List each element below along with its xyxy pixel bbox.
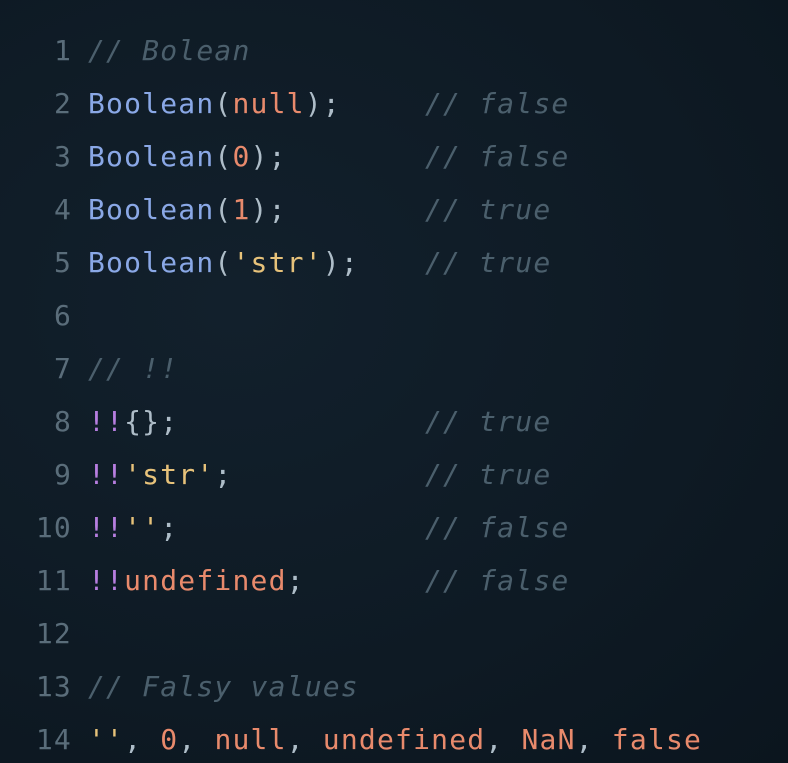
line-number: 2 bbox=[53, 87, 72, 120]
line-number: 14 bbox=[35, 723, 72, 756]
code-token: ( bbox=[214, 87, 233, 120]
code-text: !!undefined; bbox=[88, 554, 305, 607]
code-line[interactable]: 1 // Bolean bbox=[0, 24, 788, 77]
line-number: 13 bbox=[35, 670, 72, 703]
code-token: !! bbox=[88, 564, 125, 597]
inline-comment: // true bbox=[425, 193, 552, 226]
code-line[interactable]: 8 !!{};// true bbox=[0, 395, 788, 448]
code-text: // Bolean bbox=[88, 24, 251, 77]
code-text: Boolean(null); bbox=[88, 77, 341, 130]
code-token: Boolean bbox=[88, 246, 215, 279]
code-line[interactable]: 5 Boolean('str'); // true bbox=[0, 236, 788, 289]
code-token: ; bbox=[160, 511, 179, 544]
line-number: 11 bbox=[35, 564, 72, 597]
code-token: ); bbox=[322, 246, 359, 279]
code-token: // !! bbox=[88, 352, 179, 385]
code-token: '' bbox=[88, 723, 125, 756]
code-line[interactable]: 4 Boolean(1); // true bbox=[0, 183, 788, 236]
line-number: 6 bbox=[53, 299, 72, 332]
line-number: 7 bbox=[53, 352, 72, 385]
code-token: Boolean bbox=[88, 140, 215, 173]
code-token: !! bbox=[88, 511, 125, 544]
code-token: // Falsy values bbox=[88, 670, 359, 703]
code-line[interactable]: 10 !!'';// false bbox=[0, 501, 788, 554]
code-token: Boolean bbox=[88, 193, 215, 226]
line-number: 5 bbox=[53, 246, 72, 279]
inline-comment: // false bbox=[425, 564, 570, 597]
code-text: // Falsy values bbox=[88, 660, 359, 713]
inline-comment: // false bbox=[425, 87, 570, 120]
code-token: undefined bbox=[322, 723, 486, 756]
code-line[interactable]: 12 bbox=[0, 607, 788, 660]
code-line[interactable]: 3 Boolean(0); // false bbox=[0, 130, 788, 183]
line-number: 9 bbox=[53, 458, 72, 491]
code-token: !! bbox=[88, 458, 125, 491]
code-token: !! bbox=[88, 405, 125, 438]
code-token: // Bolean bbox=[88, 34, 251, 67]
code-token: 1 bbox=[232, 193, 251, 226]
line-number: 8 bbox=[53, 405, 72, 438]
code-token: , bbox=[485, 723, 522, 756]
code-token: ); bbox=[250, 140, 287, 173]
line-number: 4 bbox=[53, 193, 72, 226]
code-token: ); bbox=[304, 87, 341, 120]
code-token: ( bbox=[214, 193, 233, 226]
code-token: , bbox=[178, 723, 215, 756]
inline-comment: // false bbox=[425, 140, 570, 173]
code-token: ); bbox=[250, 193, 287, 226]
code-token: NaN bbox=[521, 723, 576, 756]
code-token: ; bbox=[286, 564, 305, 597]
code-text: !!'str'; bbox=[88, 448, 232, 501]
code-token: false bbox=[611, 723, 703, 756]
code-token: {}; bbox=[124, 405, 179, 438]
code-line[interactable]: 14 '', 0, null, undefined, NaN, false bbox=[0, 713, 788, 763]
code-line[interactable]: 7 // !! bbox=[0, 342, 788, 395]
code-token: undefined bbox=[124, 564, 287, 597]
inline-comment: // true bbox=[425, 458, 552, 491]
line-number: 10 bbox=[35, 511, 72, 544]
line-number: 1 bbox=[53, 34, 72, 67]
code-token: ( bbox=[214, 140, 233, 173]
code-editor[interactable]: 1// Bolean 2 Boolean(null);// false 3 Boolea… bbox=[0, 0, 788, 763]
inline-comment: // true bbox=[425, 405, 552, 438]
code-text: Boolean(0); bbox=[88, 130, 287, 183]
code-line[interactable]: 11 !!undefined;// false bbox=[0, 554, 788, 607]
code-token: 'str' bbox=[124, 458, 215, 491]
code-token: 0 bbox=[160, 723, 179, 756]
code-line[interactable]: 6 bbox=[0, 289, 788, 342]
code-token: null bbox=[232, 87, 305, 120]
code-token: 0 bbox=[232, 140, 251, 173]
code-text: // !! bbox=[88, 342, 178, 395]
code-token: '' bbox=[124, 511, 161, 544]
code-text: '', 0, null, undefined, NaN, false bbox=[88, 713, 702, 763]
code-text: Boolean('str'); bbox=[88, 236, 359, 289]
code-token: Boolean bbox=[88, 87, 215, 120]
code-line[interactable]: 13 // Falsy values bbox=[0, 660, 788, 713]
code-token: , bbox=[286, 723, 323, 756]
code-token: null bbox=[214, 723, 287, 756]
inline-comment: // false bbox=[425, 511, 570, 544]
line-number: 12 bbox=[35, 617, 72, 650]
code-token: ; bbox=[214, 458, 233, 491]
code-line[interactable]: 9 !!'str';// true bbox=[0, 448, 788, 501]
code-token: 'str' bbox=[232, 246, 323, 279]
line-number: 3 bbox=[53, 140, 72, 173]
code-line[interactable]: 2 Boolean(null); // false bbox=[0, 77, 788, 130]
code-token: ( bbox=[214, 246, 233, 279]
inline-comment: // true bbox=[425, 246, 552, 279]
code-text: Boolean(1); bbox=[88, 183, 287, 236]
code-token: , bbox=[575, 723, 612, 756]
code-token: , bbox=[124, 723, 161, 756]
code-text: !!{}; bbox=[88, 395, 178, 448]
code-text: !!''; bbox=[88, 501, 178, 554]
